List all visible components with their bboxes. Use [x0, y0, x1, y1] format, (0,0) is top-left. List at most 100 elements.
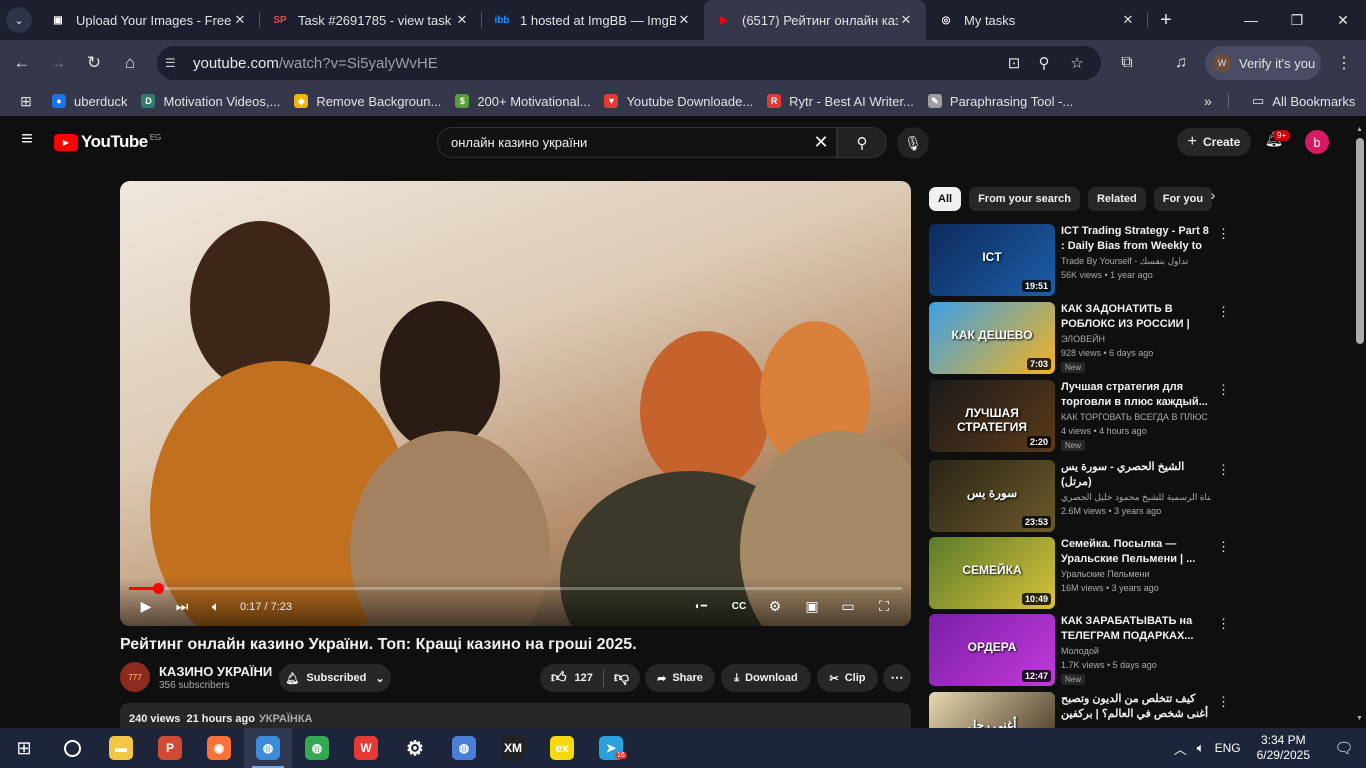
notification-center-icon[interactable]: 🗨︎: [1322, 739, 1366, 757]
speaker-icon[interactable]: 🔈︎: [1197, 740, 1205, 756]
recommendation-channel[interactable]: КАК ТОРГОВАТЬ ВСЕГДА В ПЛЮС: [1061, 412, 1211, 422]
recommendation-channel[interactable]: ЭЛОВЕЙН: [1061, 334, 1211, 344]
input-language[interactable]: ENG: [1215, 741, 1241, 755]
browser-tab-1[interactable]: SP Task #2691785 - view task ✕: [260, 0, 482, 40]
bookmark-6[interactable]: ✎ Paraphrasing Tool -...: [927, 94, 1073, 109]
video-thumbnail[interactable]: سورة يس 23:53: [929, 460, 1055, 532]
captions-icon[interactable]: CC: [728, 596, 750, 616]
search-icon[interactable]: ⚲: [837, 127, 887, 158]
address-bar[interactable]: ☰ youtube.com/watch?v=Si5yalyWvHE ⊡ ⚲ ☆: [157, 46, 1101, 80]
create-button[interactable]: + Create: [1177, 128, 1251, 156]
dislike-icon[interactable]: 👎︎: [614, 669, 629, 687]
scroll-down-icon[interactable]: ▼: [1356, 715, 1363, 722]
new-tab-button[interactable]: +: [1148, 9, 1184, 32]
zoom-icon[interactable]: ⚲: [1029, 46, 1059, 80]
search-input[interactable]: онлайн казино україни ✕: [437, 127, 837, 158]
chip-from-your-search[interactable]: From your search: [969, 187, 1080, 211]
wps-presentation-taskbar-button[interactable]: P: [146, 728, 194, 768]
next-video-icon[interactable]: ⏭: [172, 596, 192, 616]
chrome-profile-taskbar-button[interactable]: ◍: [244, 728, 292, 768]
autoplay-toggle-icon[interactable]: ◐━: [688, 596, 714, 616]
bookmark-0[interactable]: ● uberduck: [52, 94, 127, 109]
recommendation-item[interactable]: КАК ДЕШЕВО 7:03 КАК ЗАДОНАТИТЬ В РОБЛОКС И…: [929, 302, 1230, 374]
video-thumbnail[interactable]: КАК ДЕШЕВО 7:03: [929, 302, 1055, 374]
chevron-right-icon[interactable]: ›: [1203, 187, 1223, 211]
share-button[interactable]: ➦ Share: [645, 664, 715, 692]
progress-scrubber[interactable]: [153, 583, 165, 594]
firefox-taskbar-button[interactable]: ◉: [195, 728, 243, 768]
file-explorer-taskbar-button[interactable]: ▬: [97, 728, 145, 768]
maximize-icon[interactable]: ❐: [1274, 0, 1320, 40]
progress-bar[interactable]: [129, 583, 902, 594]
like-icon[interactable]: 👍︎: [551, 669, 567, 687]
video-thumbnail[interactable]: ЛУЧШАЯ СТРАТЕГИЯ 2:20: [929, 380, 1055, 452]
forward-icon[interactable]: →: [40, 45, 76, 81]
account-avatar[interactable]: b: [1305, 130, 1329, 154]
chip-related[interactable]: Related: [1087, 187, 1146, 211]
more-options-icon[interactable]: ⋮: [1217, 226, 1230, 242]
start-windows-icon[interactable]: ⊞: [0, 728, 48, 768]
settings-gear-icon[interactable]: ⚙: [765, 596, 785, 616]
chrome-alt-taskbar-button[interactable]: ◍: [440, 728, 488, 768]
clear-search-icon[interactable]: ✕: [806, 132, 836, 153]
recommendation-channel[interactable]: القناة الرسمية للشيخ محمود خليل الحصري: [1061, 492, 1211, 503]
chrome-taskbar-button[interactable]: ◍: [293, 728, 341, 768]
close-window-icon[interactable]: ✕: [1320, 0, 1366, 40]
apps-grid-icon[interactable]: ⊞: [0, 93, 52, 110]
more-options-icon[interactable]: ⋮: [1217, 382, 1230, 398]
clip-button[interactable]: ✂ Clip: [817, 664, 878, 692]
close-tab-icon[interactable]: ✕: [898, 12, 914, 28]
more-options-icon[interactable]: ⋮: [1217, 616, 1230, 632]
site-info-icon[interactable]: ☰: [165, 56, 187, 70]
exness-taskbar-button[interactable]: ex: [538, 728, 586, 768]
close-tab-icon[interactable]: ✕: [232, 12, 248, 28]
recommendation-item[interactable]: СЕМЕЙКА 10:49 Семейка. Посылка — Уральские…: [929, 537, 1230, 609]
recommendation-item[interactable]: ОРДЕРА 12:47 КАК ЗАРАБАТЫВАТЬ на ТЕЛЕГРАМ …: [929, 614, 1230, 686]
tab-search-icon[interactable]: ⌄: [6, 7, 32, 33]
youtube-logo[interactable]: ▶ YouTube EG: [54, 132, 161, 152]
miniplayer-icon[interactable]: ▣: [802, 596, 822, 616]
bookmark-3[interactable]: $200+ Motivational...: [455, 94, 590, 109]
more-options-icon[interactable]: ⋮: [1217, 694, 1230, 710]
browser-tab-0[interactable]: ▣ Upload Your Images - Free Im✕: [38, 0, 260, 40]
recommendation-item[interactable]: ЛУЧШАЯ СТРАТЕГИЯ 2:20 Лучшая стратегия для…: [929, 380, 1230, 452]
minimize-icon[interactable]: —: [1228, 0, 1274, 40]
play-icon[interactable]: ▶: [136, 596, 156, 616]
channel-name[interactable]: КАЗИНО УКРАЇНИ: [159, 664, 272, 679]
video-thumbnail[interactable]: СЕМЕЙКА 10:49: [929, 537, 1055, 609]
bookmark-5[interactable]: R Rytr - Best AI Writer...: [767, 94, 914, 109]
download-button[interactable]: ⤓ Download: [721, 664, 811, 692]
bookmark-2[interactable]: ◆ Remove Backgroun...: [294, 94, 441, 109]
video-tag[interactable]: УКРАЇНКА: [259, 713, 313, 725]
bookmark-star-icon[interactable]: ☆: [1062, 46, 1092, 80]
video-player[interactable]: ▶ ⏭ 🔈︎ 0:17 / 7:23 ◐━ CC ⚙ ▣ ▭ ⛶: [120, 181, 911, 626]
scrollbar-thumb[interactable]: [1356, 138, 1364, 344]
install-app-icon[interactable]: ⊡: [999, 46, 1029, 80]
extensions-icon[interactable]: ⧉: [1111, 46, 1143, 80]
video-thumbnail[interactable]: ОРДЕРА 12:47: [929, 614, 1055, 686]
close-tab-icon[interactable]: ✕: [676, 12, 692, 28]
more-options-icon[interactable]: ⋮: [1217, 539, 1230, 555]
close-tab-icon[interactable]: ✕: [1120, 12, 1136, 28]
media-controls-icon[interactable]: ♫: [1165, 46, 1197, 80]
fullscreen-icon[interactable]: ⛶: [874, 596, 894, 616]
home-icon[interactable]: ⌂: [112, 45, 148, 81]
wps-office-taskbar-button[interactable]: W: [342, 728, 390, 768]
bookmark-1[interactable]: D Motivation Videos,...: [141, 94, 280, 109]
recommendation-channel[interactable]: Trade By Yourself - تداول بنفسك: [1061, 256, 1211, 267]
channel-avatar[interactable]: 777: [120, 662, 150, 692]
chip-all[interactable]: All: [929, 187, 962, 211]
page-scrollbar[interactable]: ▲ ▼: [1353, 124, 1366, 724]
browser-tab-3[interactable]: ▶ (6517) Рейтинг онлайн казино✕: [704, 0, 926, 40]
more-bookmarks-icon[interactable]: »: [1204, 93, 1212, 109]
tray-chevron-up-icon[interactable]: ︿: [1174, 739, 1187, 758]
recommendation-item[interactable]: سورة يس 23:53 الشيخ الحصري - سورة يس (مرتل…: [929, 460, 1230, 532]
browser-tab-2[interactable]: ibb 1 hosted at ImgBB — ImgBB ✕: [482, 0, 704, 40]
hamburger-menu-icon[interactable]: ≡: [14, 128, 40, 154]
close-tab-icon[interactable]: ✕: [454, 12, 470, 28]
video-thumbnail[interactable]: ICT 19:51: [929, 224, 1055, 296]
volume-icon[interactable]: 🔈︎: [206, 596, 226, 616]
more-options-icon[interactable]: ⋮: [1217, 304, 1230, 320]
xm-app-taskbar-button[interactable]: XM: [489, 728, 537, 768]
more-options-icon[interactable]: ⋮: [1217, 462, 1230, 478]
